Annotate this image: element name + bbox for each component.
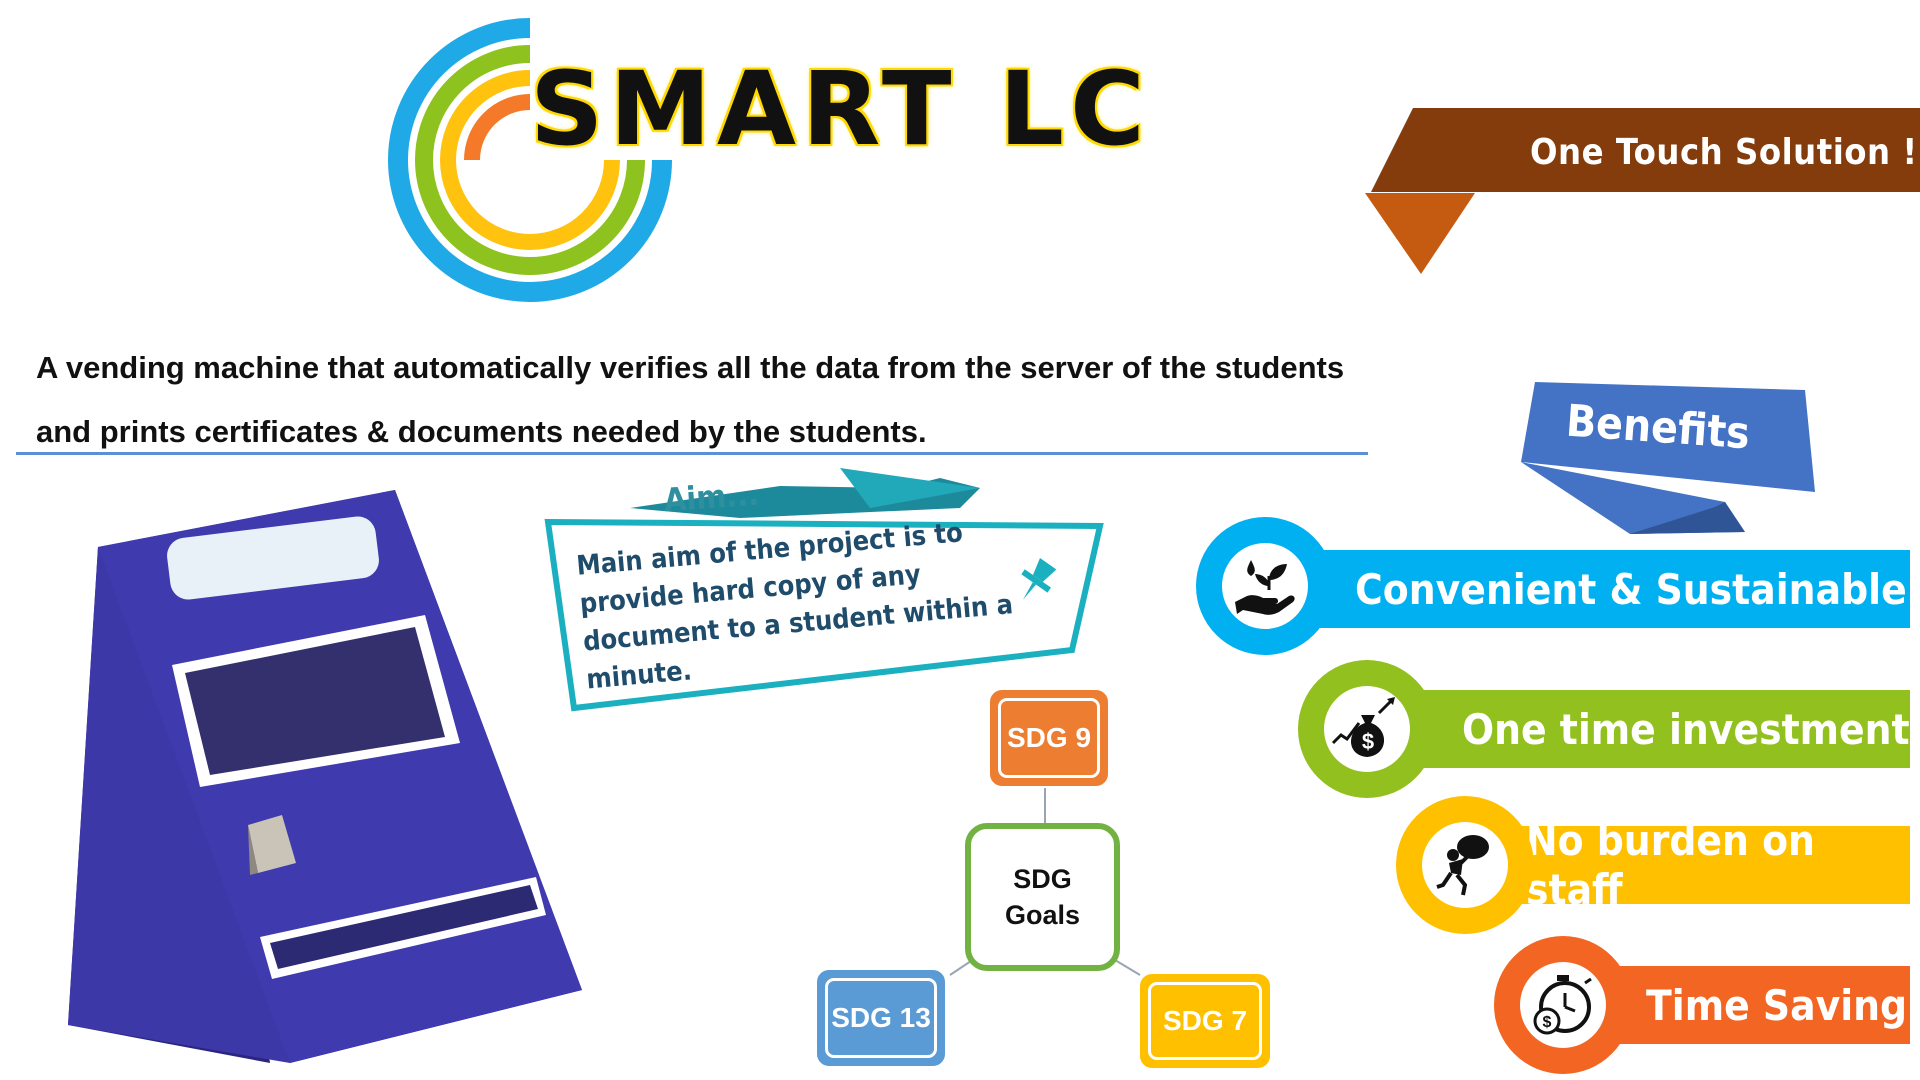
benefit-circle-time: $ <box>1494 936 1632 1074</box>
person-carrying-burden-icon <box>1436 835 1489 896</box>
benefit-label-investment: One time investment <box>1462 704 1910 754</box>
sdg-7-box: SDG 7 <box>1140 974 1270 1068</box>
stopwatch-money-icon: $ <box>1533 975 1592 1035</box>
money-bag-icon: $ <box>1331 697 1395 757</box>
svg-text:$: $ <box>1543 1014 1552 1031</box>
benefit-label-staff: No burden on staff <box>1526 816 1815 914</box>
tagline: One Touch Solution ! <box>1530 132 1918 173</box>
benefit-label-time: Time Saving <box>1646 980 1908 1030</box>
benefit-bar-convenient: Convenient & Sustainable <box>1250 550 1910 628</box>
description: A vending machine that automatically ver… <box>36 350 1345 449</box>
benefit-label-convenient: Convenient & Sustainable <box>1355 564 1907 614</box>
sdg-center-line1: SDG <box>1013 864 1072 894</box>
sdg-9-box: SDG 9 <box>990 690 1108 786</box>
plant-hand-icon <box>1235 560 1295 615</box>
benefit-circle-convenient <box>1196 517 1334 655</box>
sdg-13-box: SDG 13 <box>817 970 945 1066</box>
aim-label: Aim... <box>662 474 761 520</box>
logo-text: SMART LC <box>530 50 1151 169</box>
divider <box>16 452 1368 455</box>
benefit-circle-staff <box>1396 796 1534 934</box>
sdg-center-line2: Goals <box>1004 900 1081 930</box>
sdg-goals-center: SDG Goals <box>965 823 1120 971</box>
benefit-circle-investment: $ <box>1298 660 1436 798</box>
vending-machine-illustration <box>68 490 582 1063</box>
svg-text:$: $ <box>1362 729 1374 754</box>
